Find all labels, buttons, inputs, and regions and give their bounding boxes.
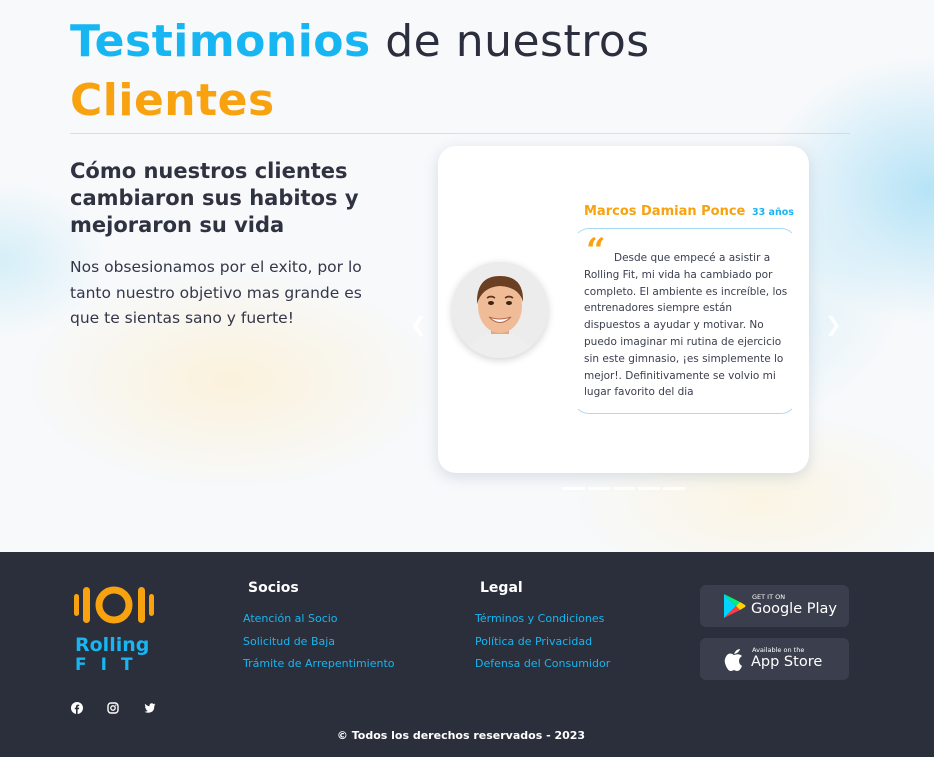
copyright-text: © Todos los derechos reservados - 2023 <box>336 729 586 742</box>
carousel-indicator[interactable] <box>663 487 685 490</box>
legal-links: Términos y Condiciones Política de Priva… <box>475 608 610 676</box>
site-footer: Rolling FIT Socios Atención al Socio Sol… <box>0 552 934 757</box>
instagram-icon[interactable] <box>107 702 119 714</box>
section-description: Nos obsesionamos por el exito, por lo ta… <box>70 258 362 327</box>
testimonial-text: Desde que empecé a asistir a Rolling Fit… <box>584 252 788 399</box>
chevron-right-icon[interactable]: ❯ <box>825 312 842 336</box>
title-rest: de nuestros <box>370 16 650 67</box>
testimonial-card: Marcos Damian Ponce 33 años “ Desde que … <box>438 146 809 473</box>
section-subtitle: Cómo nuestros clientes cambiaron sus hab… <box>70 159 359 237</box>
google-play-button[interactable]: GET IT ON Google Play <box>700 585 849 627</box>
twitter-icon[interactable] <box>144 702 156 714</box>
carousel-indicator[interactable] <box>563 487 585 490</box>
logo-subtext: FIT <box>75 655 147 675</box>
section-title: Testimonios de nuestros Clientes <box>70 14 650 129</box>
link-atencion-socio[interactable]: Atención al Socio <box>243 608 395 631</box>
carousel-indicator[interactable] <box>613 487 635 490</box>
carousel-indicator[interactable] <box>638 487 660 490</box>
link-solicitud-baja[interactable]: Solicitud de Baja <box>243 631 395 654</box>
testimonials-section: Testimonios de nuestros Clientes Cómo nu… <box>0 0 934 552</box>
link-privacidad[interactable]: Política de Privacidad <box>475 631 610 654</box>
link-defensa-consumidor[interactable]: Defensa del Consumidor <box>475 653 610 676</box>
testimonial-author: Marcos Damian Ponce <box>584 204 746 219</box>
legal-heading: Legal <box>480 580 523 596</box>
testimonial-age: 33 años <box>752 207 794 218</box>
chevron-left-icon[interactable]: ❮ <box>410 312 427 336</box>
app-store-caption: Available on the <box>752 646 805 654</box>
app-store-label: App Store <box>751 654 823 670</box>
google-play-icon <box>724 594 746 618</box>
apple-icon <box>724 649 742 671</box>
avatar-image <box>452 262 548 358</box>
carousel-indicator[interactable] <box>588 487 610 490</box>
app-store-button[interactable]: Available on the App Store <box>700 638 849 680</box>
link-terminos[interactable]: Términos y Condiciones <box>475 608 610 631</box>
link-tramite-arrepentimiento[interactable]: Trámite de Arrepentimiento <box>243 653 395 676</box>
divider <box>70 133 850 134</box>
logo-text: Rolling <box>75 634 150 656</box>
google-play-label: Google Play <box>751 601 837 617</box>
logo[interactable]: Rolling FIT <box>72 582 156 674</box>
google-play-caption: GET IT ON <box>752 593 786 601</box>
title-second-line: Clientes <box>70 75 275 126</box>
dumbbell-logo-icon <box>74 586 154 624</box>
title-highlight: Testimonios <box>70 16 371 67</box>
avatar <box>452 262 548 358</box>
socios-links: Atención al Socio Solicitud de Baja Trám… <box>243 608 395 676</box>
socios-heading: Socios <box>248 580 299 596</box>
facebook-icon[interactable] <box>71 702 83 714</box>
carousel-indicators <box>563 487 685 490</box>
